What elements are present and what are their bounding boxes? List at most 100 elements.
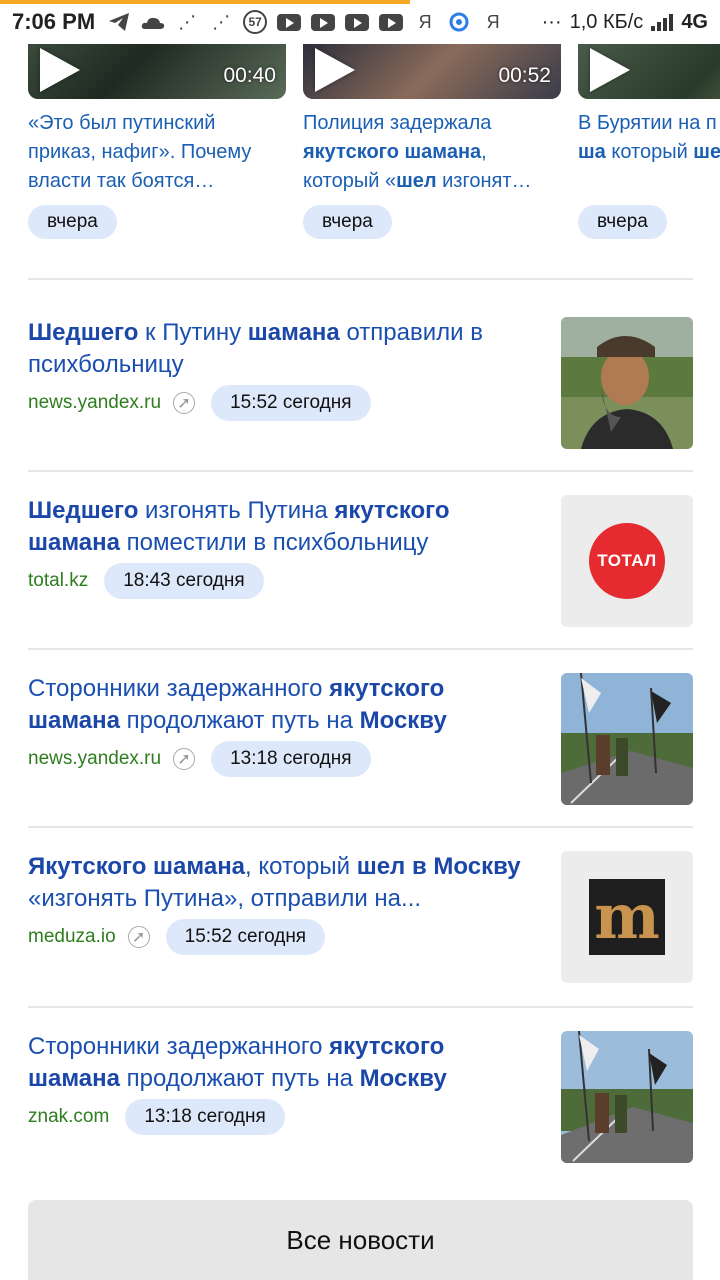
video-duration: 00:52 — [498, 64, 551, 87]
divider — [28, 648, 693, 650]
youtube-icon — [277, 13, 302, 31]
highlighted-term: шел — [396, 170, 437, 192]
divider — [28, 1006, 693, 1008]
all-news-button[interactable]: Все новости — [28, 1200, 693, 1280]
network-type: 4G — [681, 10, 708, 33]
title-text: продолжают путь на — [119, 707, 360, 734]
news-thumbnail[interactable]: ТОТАЛ — [561, 495, 693, 627]
news-text: Якутского шамана, который шел в Москву «… — [28, 851, 533, 955]
title-text: изгонять Путина — [138, 497, 335, 524]
route-icon: ⋰ — [178, 11, 197, 32]
total-logo: ТОТАЛ — [589, 523, 665, 599]
news-source[interactable]: news.yandex.ru — [28, 748, 161, 770]
date-chip: вчера — [28, 205, 117, 239]
send-icon: ➚ — [173, 748, 196, 770]
video-card[interactable]: 00:40 «Это был путинский приказ, нафиг».… — [28, 44, 286, 239]
search-app-icon — [447, 11, 471, 33]
send-icon: ➚ — [127, 926, 150, 948]
total-logo-text: ТОТАЛ — [597, 551, 657, 570]
news-item[interactable]: Якутского шамана, который шел в Москву «… — [28, 851, 693, 1001]
youtube-icon — [345, 13, 370, 31]
news-meta: news.yandex.ru ➚ 15:52 сегодня — [28, 385, 533, 421]
time-chip: 13:18 сегодня — [125, 1099, 285, 1135]
highlighted-term: шел в Москву — [356, 853, 521, 880]
news-thumbnail[interactable] — [561, 673, 693, 805]
time-chip: 15:52 сегодня — [165, 919, 326, 955]
news-meta: news.yandex.ru ➚ 13:18 сегодня — [28, 741, 533, 777]
title-text: Сторонники задержанного — [28, 1033, 330, 1060]
news-title[interactable]: Якутского шамана, который шел в Москву «… — [28, 851, 533, 915]
news-source[interactable]: total.kz — [28, 570, 88, 592]
title-text: изгонят… — [436, 170, 532, 192]
status-time: 7:06 PM — [12, 9, 96, 34]
highlighted-term: шамана — [247, 319, 340, 346]
video-thumbnail[interactable]: 00:40 — [28, 44, 286, 99]
play-icon[interactable] — [590, 48, 630, 92]
title-text: В Бурятии на п — [578, 112, 717, 134]
highlighted-term: Москву — [359, 707, 447, 734]
route-icon-2: ⋰ — [212, 11, 231, 32]
news-thumbnail[interactable] — [561, 1031, 693, 1163]
news-source[interactable]: meduza.io — [28, 926, 116, 948]
notification-icons: ⋰ ⋰ 57 Я Я — [107, 10, 505, 34]
title-text: к Путину — [138, 319, 248, 346]
youtube-icon — [311, 13, 336, 31]
play-icon[interactable] — [40, 48, 80, 92]
news-thumbnail[interactable] — [561, 317, 693, 449]
status-accent-line — [0, 0, 410, 4]
title-text: , который — [245, 853, 357, 880]
news-meta: meduza.io ➚ 15:52 сегодня — [28, 919, 533, 955]
news-title[interactable]: Сторонники задержанного якутского шамана… — [28, 673, 533, 737]
youtube-icon — [379, 13, 404, 31]
video-card[interactable]: 00:52 Полиция задержала якутского шамана… — [303, 44, 561, 239]
video-thumbnail[interactable]: 00:52 — [303, 44, 561, 99]
date-chip: вчера — [303, 205, 392, 239]
video-card[interactable]: В Бурятии на п задержали ша который шел … — [578, 44, 720, 239]
status-bar: 7:06 PM ⋰ ⋰ 57 Я Я ··· 1,0 КБ/с 4G — [0, 0, 720, 44]
network-speed: 1,0 КБ/с — [569, 10, 644, 33]
video-thumbnail[interactable] — [578, 44, 720, 99]
more-dots: ··· — [541, 10, 562, 33]
status-right: ··· 1,0 КБ/с 4G — [542, 11, 708, 34]
news-thumbnail[interactable]: m — [561, 851, 693, 983]
time-chip: 15:52 сегодня — [211, 385, 371, 421]
highlighted-term: ша — [578, 141, 606, 163]
news-meta: znak.com 13:18 сегодня — [28, 1099, 533, 1135]
news-item[interactable]: Сторонники задержанного якутского шамана… — [28, 1031, 693, 1165]
news-item[interactable]: Шедшего изгонять Путина якутского шамана… — [28, 495, 693, 629]
title-text: «изгонять Путина», отправили на... — [28, 885, 422, 912]
news-text: Сторонники задержанного якутского шамана… — [28, 673, 533, 777]
highlighted-term: шел — [693, 141, 720, 163]
yandex-icon: Я — [486, 11, 500, 32]
yandex-icon: Я — [418, 11, 432, 32]
news-title[interactable]: Шедшего изгонять Путина якутского шамана… — [28, 495, 533, 559]
title-text: «Это был путинский приказ, нафиг». Почем… — [28, 112, 252, 192]
video-carousel[interactable]: 00:40 «Это был путинский приказ, нафиг».… — [0, 44, 720, 254]
meduza-logo: m — [589, 879, 665, 955]
meduza-logo-text: m — [594, 880, 660, 953]
time-chip: 18:43 сегодня — [104, 563, 264, 599]
news-source[interactable]: znak.com — [28, 1106, 109, 1128]
news-text: Сторонники задержанного якутского шамана… — [28, 1031, 533, 1135]
title-text: продолжают путь на — [119, 1065, 360, 1092]
news-source[interactable]: news.yandex.ru — [28, 392, 161, 414]
divider — [28, 278, 693, 280]
play-icon[interactable] — [315, 48, 355, 92]
news-item[interactable]: Шедшего к Путину шамана отправили в псих… — [28, 317, 693, 451]
news-item[interactable]: Сторонники задержанного якутского шамана… — [28, 673, 693, 807]
title-text: Полиция задержала — [303, 112, 492, 134]
video-title[interactable]: В Бурятии на п задержали ша который шел — [578, 109, 720, 196]
divider — [28, 826, 693, 828]
title-text: который — [605, 141, 694, 163]
title-text: поместили в психбольницу — [119, 529, 429, 556]
news-text: Шедшего к Путину шамана отправили в псих… — [28, 317, 533, 421]
news-title[interactable]: Сторонники задержанного якутского шамана… — [28, 1031, 533, 1095]
video-title[interactable]: «Это был путинский приказ, нафиг». Почем… — [28, 109, 286, 196]
date-chip: вчера — [578, 205, 667, 239]
highlighted-term: Якутского шамана — [28, 853, 246, 880]
news-title[interactable]: Шедшего к Путину шамана отправили в псих… — [28, 317, 533, 381]
video-title[interactable]: Полиция задержала якутского шамана, кото… — [303, 109, 561, 196]
cloud-icon — [141, 11, 165, 33]
news-meta: total.kz 18:43 сегодня — [28, 563, 533, 599]
divider — [28, 470, 693, 472]
